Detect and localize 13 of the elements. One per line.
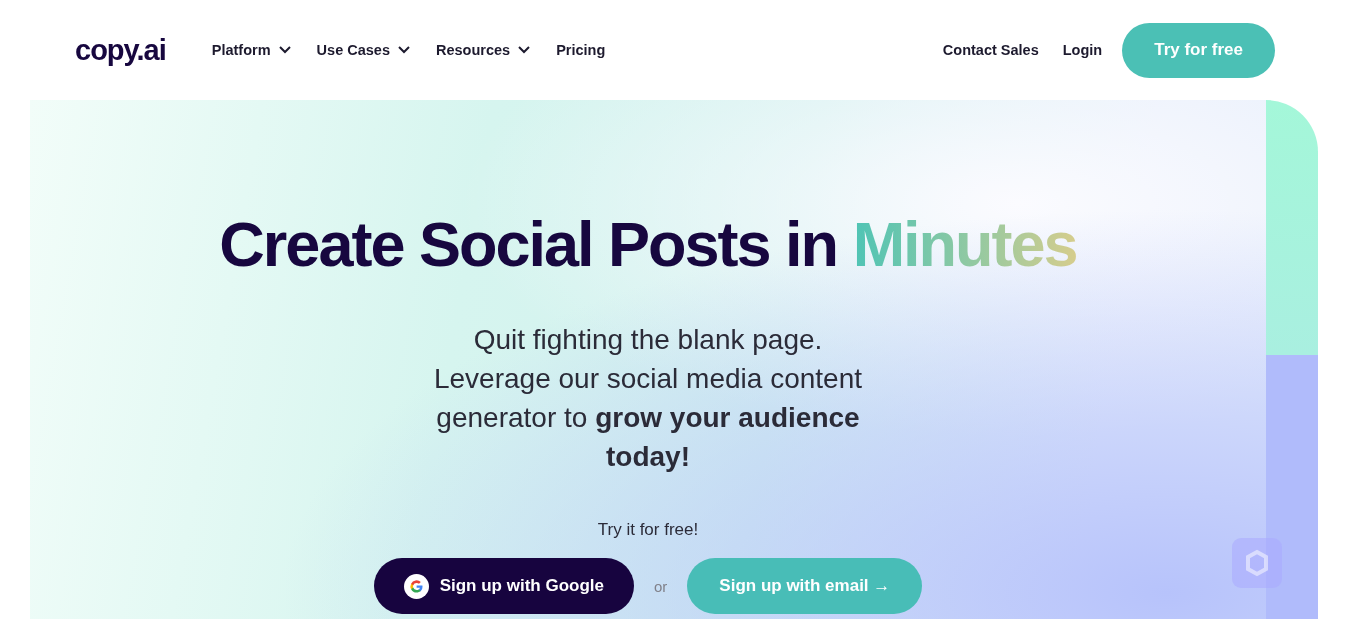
google-signup-button[interactable]: Sign up with Google (373, 558, 634, 614)
nav-link[interactable]: Use Cases (316, 42, 410, 58)
nav-link[interactable]: Pricing (556, 42, 606, 58)
nav-link[interactable]: Contact Sales (942, 42, 1039, 58)
hero-title: Create Social Posts in (219, 209, 839, 279)
hero-subtitle: Quit fighting the blank page. Leverage our social media content generator to grow your audience today! (432, 323, 863, 474)
nav-link[interactable]: Resources (435, 42, 531, 58)
logo[interactable]: copy.ai (75, 33, 166, 67)
google-icon (403, 573, 429, 599)
try-label: Try it for free! (597, 520, 699, 540)
or-separator: or (654, 577, 668, 595)
nav-link[interactable]: Platform (211, 42, 291, 58)
nav-link[interactable]: Login (1062, 42, 1103, 58)
